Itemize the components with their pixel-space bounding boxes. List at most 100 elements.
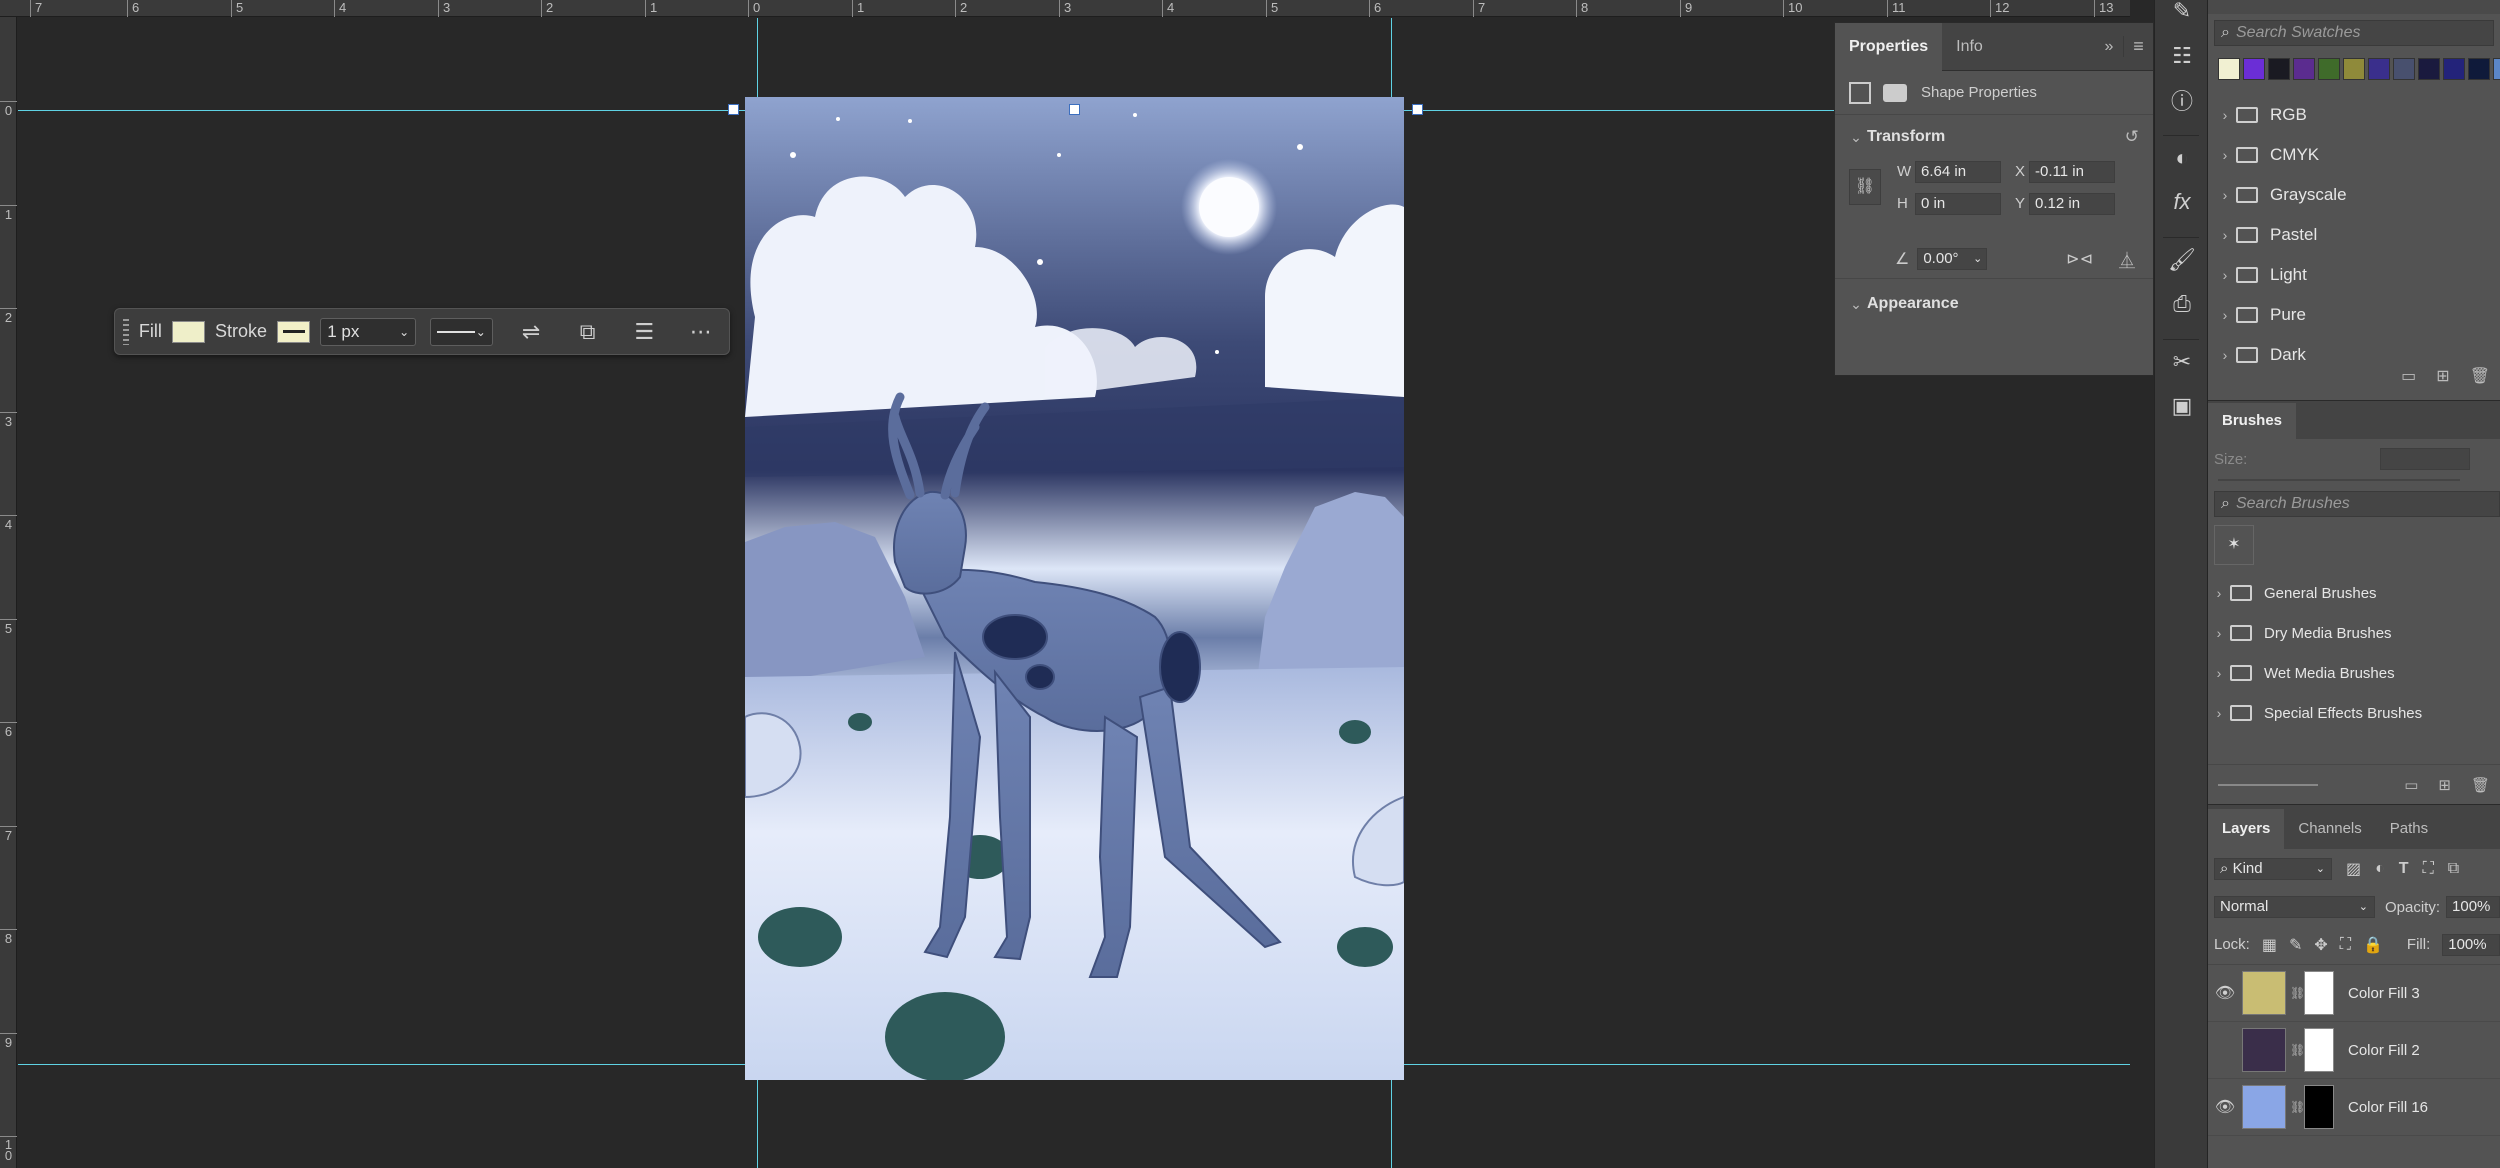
chevron-down-icon[interactable]: ⌄ — [1845, 129, 1867, 146]
blend-mode-select[interactable]: Normal ⌄ — [2214, 896, 2375, 918]
lock-transparency-icon[interactable]: ▦ — [2262, 935, 2277, 955]
delete-icon[interactable]: 🗑 — [2471, 776, 2490, 794]
stroke-width-select[interactable]: 1 px ⌄ — [320, 317, 417, 346]
swatch-search-input[interactable]: ⌕ Search Swatches — [2214, 20, 2494, 46]
filter-type-icon[interactable]: T — [2399, 860, 2409, 878]
properties-icon[interactable]: ☷ — [2155, 34, 2209, 78]
brush-search-input[interactable]: ⌕ Search Brushes — [2214, 491, 2500, 517]
layer-filter-select[interactable]: ⌕ Kind ⌄ — [2214, 858, 2332, 880]
flip-horizontal-icon[interactable]: ⊳⊲ — [2066, 249, 2093, 269]
fill-field[interactable]: 100% — [2442, 933, 2500, 956]
lock-position-icon[interactable]: ✥ — [2314, 935, 2327, 955]
layer-mask-thumbnail[interactable] — [2304, 1085, 2334, 1129]
swatch-group[interactable]: › Pastel — [2214, 215, 2500, 255]
brush-size-field[interactable] — [2380, 448, 2470, 470]
swatch-color[interactable] — [2268, 58, 2290, 80]
swatch-group[interactable]: › RGB — [2214, 95, 2500, 135]
layer-fill-thumbnail[interactable] — [2242, 1028, 2286, 1072]
chevron-right-icon[interactable]: › — [2214, 107, 2236, 123]
brush-preview[interactable]: ✶ — [2214, 525, 2254, 565]
fill-swatch[interactable] — [171, 320, 206, 343]
swatch-group[interactable]: › Light — [2214, 255, 2500, 295]
new-brush-icon[interactable]: ⊞ — [2438, 776, 2451, 794]
y-field[interactable]: 0.12 in — [2029, 193, 2115, 215]
swatch-color[interactable] — [2368, 58, 2390, 80]
info-icon[interactable]: ⓘ — [2155, 78, 2209, 122]
filter-shape-icon[interactable]: ⛶ — [2423, 860, 2434, 878]
layer-row[interactable]: ⛓ Color Fill 2 — [2208, 1022, 2500, 1079]
stroke-swatch[interactable] — [277, 320, 311, 343]
ruler-vertical[interactable]: 0 1 2 3 4 5 6 7 8 9 1 0 — [0, 17, 17, 1168]
x-field[interactable]: -0.11 in — [2029, 161, 2115, 183]
link-icon[interactable]: ⛓ — [2290, 986, 2305, 1000]
visibility-eye-icon[interactable]: 👁 — [2208, 1097, 2242, 1117]
clone-source-icon[interactable]: ⎙ — [2155, 282, 2209, 326]
brush-group[interactable]: › Wet Media Brushes — [2208, 653, 2500, 693]
swatch-group[interactable]: › Grayscale — [2214, 175, 2500, 215]
link-icon[interactable]: ⛓ — [2290, 1043, 2305, 1057]
swatch-color[interactable] — [2343, 58, 2365, 80]
chevron-right-icon[interactable]: › — [2214, 147, 2236, 163]
width-field[interactable]: 6.64 in — [1915, 161, 2001, 183]
tab-properties[interactable]: Properties — [1835, 22, 1943, 71]
transform-handle[interactable] — [1069, 104, 1080, 115]
chevron-right-icon[interactable]: › — [2214, 267, 2236, 283]
lock-artboard-icon[interactable]: ⛶ — [2340, 936, 2351, 954]
visibility-eye-icon[interactable]: 👁 — [2208, 983, 2242, 1003]
reset-icon[interactable]: ↺ — [2125, 127, 2139, 147]
layer-fill-thumbnail[interactable] — [2242, 971, 2286, 1015]
swatch-color[interactable] — [2393, 58, 2415, 80]
brush-settings-icon[interactable]: ✎ — [2155, 0, 2209, 23]
flip-vertical-icon[interactable]: ⏅ — [2119, 247, 2135, 271]
swatch-color[interactable] — [2218, 58, 2240, 80]
brush-group[interactable]: › General Brushes — [2208, 573, 2500, 613]
align-icon[interactable]: ⇌ — [503, 312, 560, 352]
swatch-group[interactable]: › CMYK — [2214, 135, 2500, 175]
contextual-task-bar[interactable]: Fill Stroke 1 px ⌄ ⌄ ⇌ ⧉ ☰ ⋯ — [114, 308, 730, 355]
filter-pixel-icon[interactable]: ▨ — [2346, 859, 2361, 879]
collapse-panel-icon[interactable]: » — [2095, 38, 2123, 56]
brush-size-slider[interactable] — [2218, 783, 2318, 786]
chevron-right-icon[interactable]: › — [2208, 585, 2230, 601]
delete-icon[interactable]: 🗑 — [2470, 366, 2490, 386]
chevron-right-icon[interactable]: › — [2214, 307, 2236, 323]
link-dimensions-button[interactable]: ⛓ — [1849, 169, 1881, 205]
new-group-icon[interactable]: ▭ — [2404, 776, 2418, 794]
panel-menu-icon[interactable]: ≡ — [2123, 36, 2153, 57]
swatch-color[interactable] — [2318, 58, 2340, 80]
transform-handle[interactable] — [1412, 104, 1423, 115]
chevron-right-icon[interactable]: › — [2214, 227, 2236, 243]
layer-mask-thumbnail[interactable] — [2304, 1028, 2334, 1072]
angle-field[interactable]: 0.00° ⌄ — [1917, 247, 1988, 270]
brush-group[interactable]: › Special Effects Brushes — [2208, 693, 2500, 733]
layer-row[interactable]: 👁 ⛓ Color Fill 16 — [2208, 1079, 2500, 1136]
swatch-color[interactable] — [2243, 58, 2265, 80]
layer-fill-thumbnail[interactable] — [2242, 1085, 2286, 1129]
tool-presets-icon[interactable]: ✂ — [2155, 340, 2209, 384]
chevron-right-icon[interactable]: › — [2214, 187, 2236, 203]
height-field[interactable]: 0 in — [1915, 193, 2001, 215]
tab-info[interactable]: Info — [1942, 23, 1997, 71]
swatch-group[interactable]: › Pure — [2214, 295, 2500, 335]
tab-channels[interactable]: Channels — [2284, 809, 2375, 849]
tab-layers[interactable]: Layers — [2208, 809, 2285, 849]
layer-mask-thumbnail[interactable] — [2304, 971, 2334, 1015]
chevron-right-icon[interactable]: › — [2208, 665, 2230, 681]
transform-handle[interactable] — [728, 104, 739, 115]
chevron-down-icon[interactable]: ⌄ — [1845, 296, 1867, 313]
swatch-color[interactable] — [2293, 58, 2315, 80]
adjust-icon[interactable]: ☰ — [616, 312, 673, 352]
new-group-icon[interactable]: ▭ — [2401, 366, 2416, 386]
styles-fx-icon[interactable]: fx — [2155, 180, 2209, 224]
arrange-icon[interactable]: ⧉ — [559, 312, 616, 352]
chevron-right-icon[interactable]: › — [2208, 705, 2230, 721]
drag-grip-icon[interactable] — [123, 318, 129, 345]
chevron-right-icon[interactable]: › — [2208, 625, 2230, 641]
swatch-color[interactable] — [2468, 58, 2490, 80]
new-swatch-icon[interactable]: ⊞ — [2436, 366, 2449, 386]
brush-group[interactable]: › Dry Media Brushes — [2208, 613, 2500, 653]
layer-row[interactable]: 👁 ⛓ Color Fill 3 — [2208, 965, 2500, 1022]
more-icon[interactable]: ⋯ — [672, 312, 729, 352]
ruler-horizontal[interactable]: 7 6 5 4 3 2 1 0 1 2 3 4 5 6 7 8 9 10 11 … — [0, 0, 2130, 17]
tab-brushes[interactable]: Brushes — [2208, 403, 2297, 439]
